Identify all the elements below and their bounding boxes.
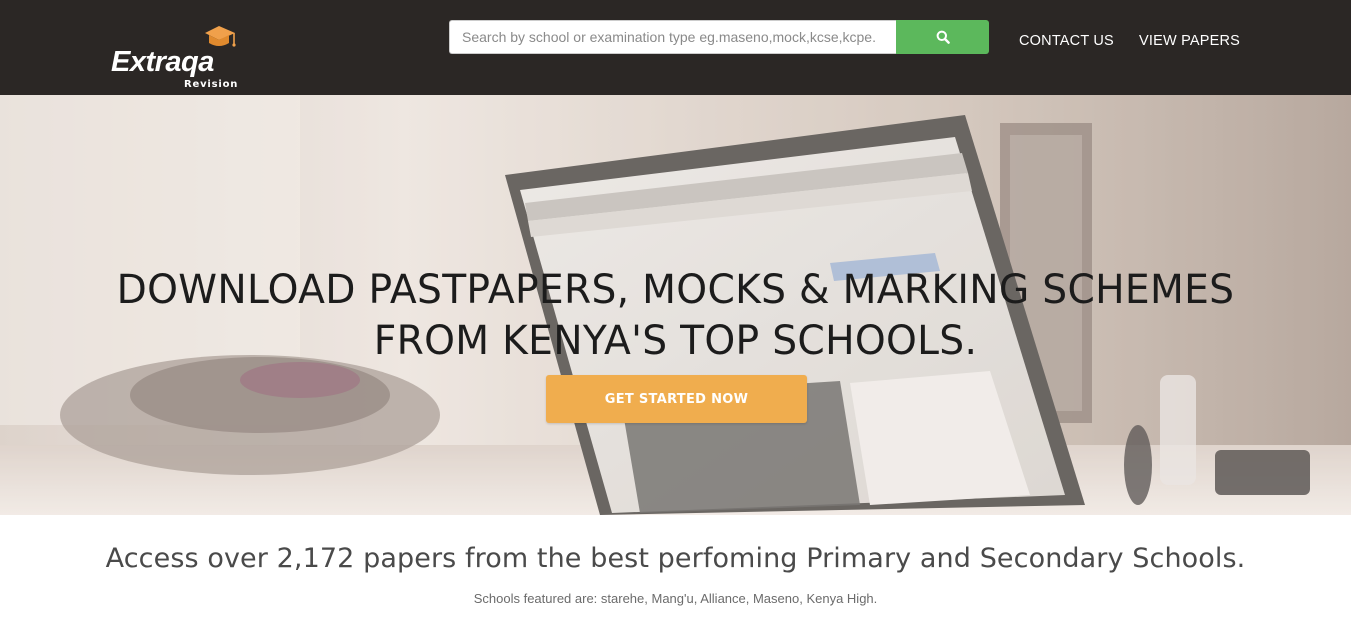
- hero-title: DOWNLOAD PASTPAPERS, MOCKS & MARKING SCH…: [14, 265, 1338, 367]
- nav-view-papers[interactable]: VIEW PAPERS: [1139, 33, 1240, 49]
- logo-wordmark: Extraqa: [111, 46, 214, 78]
- hero-title-line-1: DOWNLOAD PASTPAPERS, MOCKS & MARKING SCH…: [116, 267, 1235, 313]
- get-started-button[interactable]: GET STARTED NOW: [546, 375, 807, 423]
- logo-subtitle: Revision: [184, 79, 239, 90]
- search-icon: [936, 30, 950, 44]
- search-button[interactable]: [896, 20, 989, 54]
- nav-contact-us[interactable]: CONTACT US: [1019, 33, 1114, 49]
- top-navbar: Extraqa Revision CONTACT US VIEW PAPERS: [0, 0, 1351, 95]
- search-input[interactable]: [449, 20, 896, 54]
- papers-count-tagline: Access over 2,172 papers from the best p…: [105, 543, 1246, 574]
- featured-schools-text: Schools featured are: starehe, Mang'u, A…: [473, 591, 878, 606]
- hero-title-line-2: FROM KENYA'S TOP SCHOOLS.: [373, 318, 978, 364]
- search-form: [449, 20, 989, 54]
- brand-logo[interactable]: Extraqa Revision: [111, 24, 251, 94]
- hero-banner: DOWNLOAD PASTPAPERS, MOCKS & MARKING SCH…: [0, 95, 1351, 515]
